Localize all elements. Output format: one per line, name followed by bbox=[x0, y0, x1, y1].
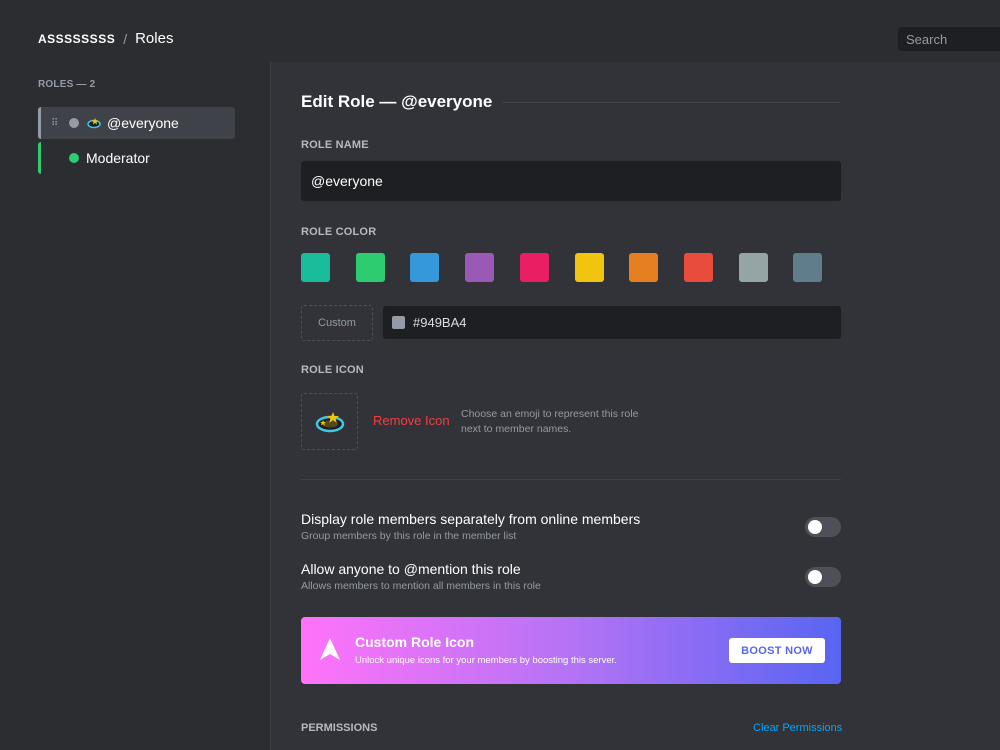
color-swatch[interactable] bbox=[355, 253, 385, 282]
page-title: Edit Role — @everyone bbox=[301, 92, 493, 111]
breadcrumb: ASSSSSSSS / Roles bbox=[38, 30, 173, 47]
hex-value: #949BA4 bbox=[413, 315, 467, 330]
roles-sidebar: ROLES — 2 ⠿ @everyone Moderator bbox=[0, 62, 271, 750]
drag-handle-icon[interactable]: ⠿ bbox=[51, 118, 65, 129]
setting-display-separately: Display role members separately from onl… bbox=[301, 511, 841, 542]
role-editor: Edit Role — @everyone ROLE NAME ROLE COL… bbox=[272, 62, 1000, 750]
boost-banner: Custom Role Icon Unlock unique icons for… bbox=[301, 617, 841, 684]
color-swatch[interactable] bbox=[465, 253, 495, 282]
role-color-dot bbox=[69, 118, 79, 128]
role-name-label: ROLE NAME bbox=[301, 139, 369, 151]
role-name-input[interactable] bbox=[301, 161, 841, 201]
boost-title: Custom Role Icon bbox=[355, 634, 475, 650]
toggle-knob bbox=[808, 520, 822, 534]
color-swatch[interactable] bbox=[519, 253, 549, 282]
boost-description: Unlock unique icons for your members by … bbox=[355, 655, 617, 666]
role-icon-label: ROLE ICON bbox=[301, 364, 364, 376]
boost-arrow-icon bbox=[320, 638, 340, 660]
setting-allow-mention: Allow anyone to @mention this role Allow… bbox=[301, 561, 841, 592]
role-item-everyone[interactable]: ⠿ @everyone bbox=[38, 107, 235, 139]
toggle-knob bbox=[808, 570, 822, 584]
boost-now-button[interactable]: BOOST NOW bbox=[729, 638, 825, 663]
breadcrumb-page: Roles bbox=[135, 30, 174, 47]
role-label: @everyone bbox=[107, 115, 179, 131]
section-divider bbox=[301, 479, 841, 480]
toggle-allow-mention[interactable] bbox=[805, 567, 841, 587]
setting-title: Allow anyone to @mention this role bbox=[301, 561, 521, 577]
role-color-label: ROLE COLOR bbox=[301, 226, 377, 238]
setting-description: Allows members to mention all members in… bbox=[301, 580, 541, 592]
role-color-dot bbox=[69, 153, 79, 163]
setting-description: Group members by this role in the member… bbox=[301, 530, 517, 542]
role-item-moderator[interactable]: Moderator bbox=[38, 142, 235, 174]
editor-title-row: Edit Role — @everyone bbox=[301, 92, 841, 112]
toggle-display-separately[interactable] bbox=[805, 517, 841, 537]
clear-permissions-link[interactable]: Clear Permissions bbox=[753, 722, 842, 734]
remove-icon-button[interactable]: Remove Icon bbox=[373, 413, 450, 428]
color-swatch[interactable] bbox=[410, 253, 440, 282]
role-icon-upload[interactable] bbox=[301, 393, 358, 450]
custom-color-button[interactable]: Custom bbox=[301, 305, 373, 341]
hex-color-input[interactable]: #949BA4 bbox=[383, 306, 841, 339]
permissions-label: PERMISSIONS bbox=[301, 722, 378, 734]
color-swatch[interactable] bbox=[738, 253, 768, 282]
search-input[interactable] bbox=[898, 27, 1000, 51]
color-swatch[interactable] bbox=[683, 253, 713, 282]
title-divider bbox=[502, 101, 841, 103]
roles-count-heading: ROLES — 2 bbox=[38, 79, 96, 90]
top-bar: ASSSSSSSS / Roles bbox=[0, 0, 1000, 62]
breadcrumb-server[interactable]: ASSSSSSSS bbox=[38, 32, 115, 46]
orbit-star-icon bbox=[87, 116, 101, 130]
icon-help-text: Choose an emoji to represent this role n… bbox=[461, 408, 639, 435]
orbit-star-icon bbox=[315, 411, 344, 432]
breadcrumb-separator: / bbox=[123, 30, 128, 47]
setting-title: Display role members separately from onl… bbox=[301, 511, 641, 527]
color-swatch[interactable] bbox=[793, 253, 823, 282]
color-swatch[interactable] bbox=[574, 253, 604, 282]
color-swatch[interactable] bbox=[629, 253, 659, 282]
role-label: Moderator bbox=[86, 150, 150, 166]
color-preview-chip bbox=[392, 316, 405, 329]
color-swatch[interactable] bbox=[301, 253, 330, 282]
